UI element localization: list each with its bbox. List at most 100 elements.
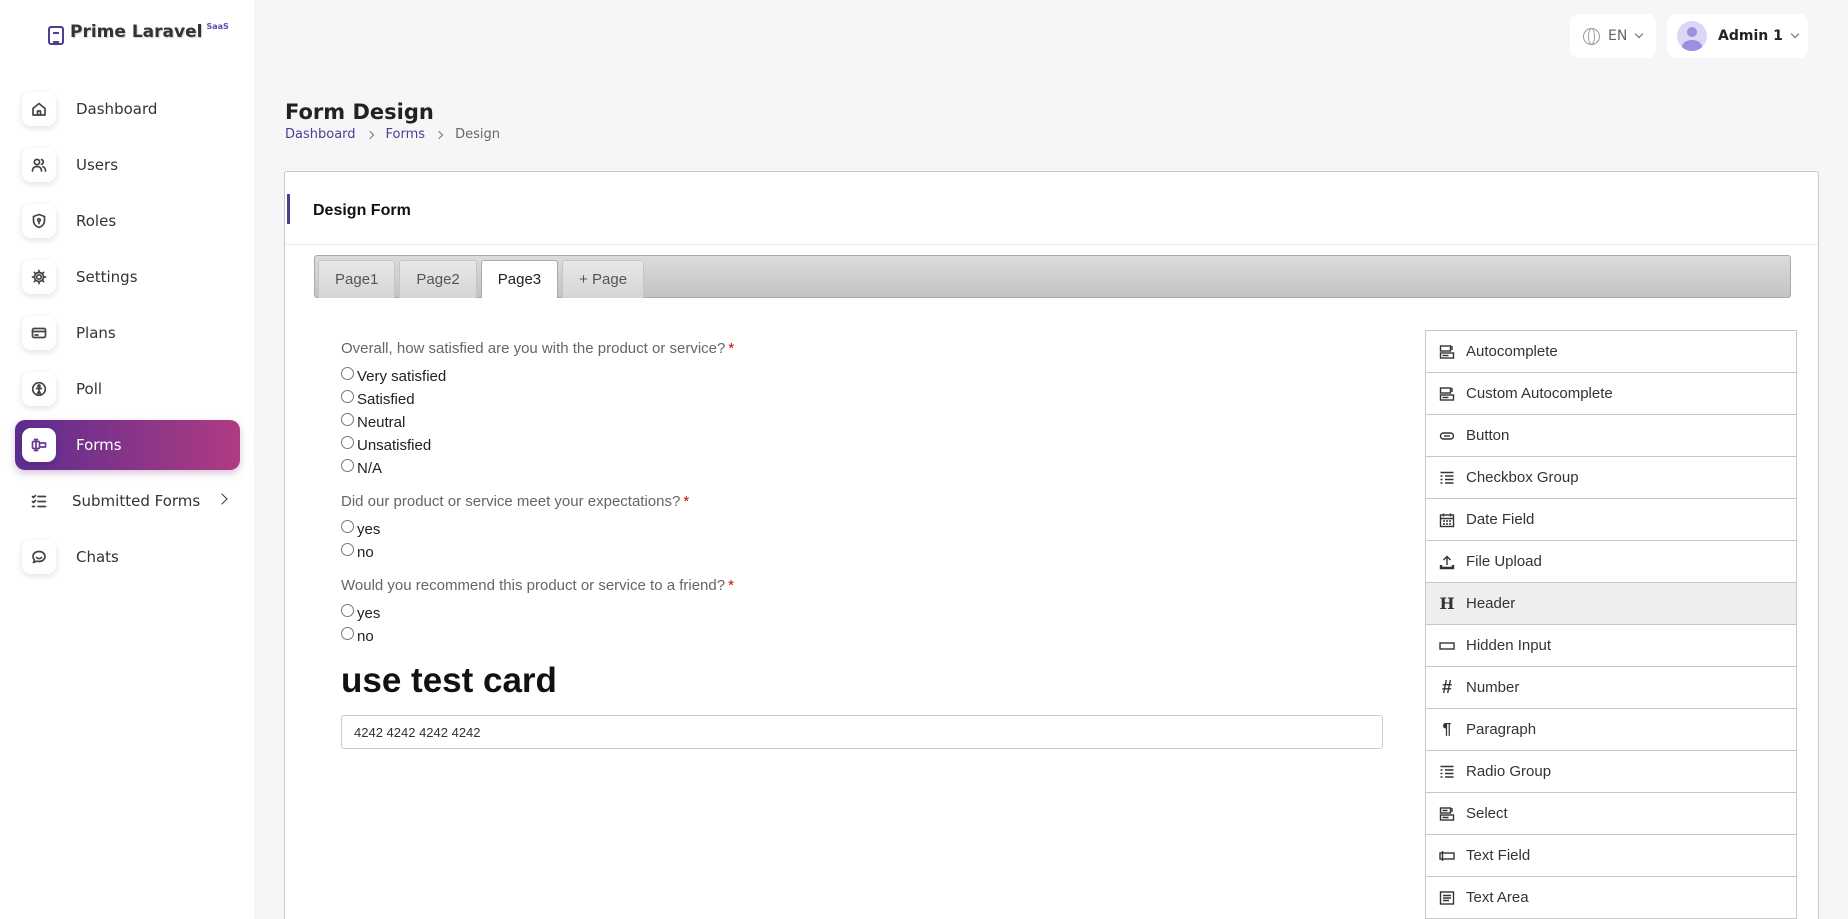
radio-button[interactable]	[341, 627, 354, 640]
control-header[interactable]: H Header	[1426, 583, 1796, 625]
radio-button[interactable]	[341, 413, 354, 426]
radio-button[interactable]	[341, 520, 354, 533]
radio-label: Unsatisfied	[357, 437, 432, 454]
add-page-tab[interactable]: + Page	[562, 260, 645, 298]
question-satisfaction[interactable]: Overall, how satisfied are you with the …	[341, 340, 1386, 480]
radio-option[interactable]: Satisfied	[341, 388, 1386, 411]
control-radio-group[interactable]: Radio Group	[1426, 751, 1796, 793]
breadcrumb-forms[interactable]: Forms	[386, 127, 426, 142]
radio-label: no	[357, 628, 374, 645]
control-label: Text Field	[1466, 847, 1531, 864]
sidebar-item-chats[interactable]: Chats	[15, 532, 240, 582]
header-icon: H	[1439, 594, 1455, 613]
control-label: File Upload	[1466, 553, 1542, 570]
radio-label: yes	[357, 605, 381, 622]
radio-button[interactable]	[341, 436, 354, 449]
card-icon	[22, 316, 56, 350]
radio-option[interactable]: Neutral	[341, 411, 1386, 434]
breadcrumb-dashboard[interactable]: Dashboard	[285, 127, 356, 142]
poll-icon	[22, 372, 56, 406]
language-selector[interactable]: EN	[1570, 14, 1656, 58]
control-label: Hidden Input	[1466, 637, 1552, 654]
control-label: Button	[1466, 427, 1510, 444]
radio-label: no	[357, 544, 374, 561]
chevron-right-icon[interactable]	[216, 493, 228, 505]
radio-option[interactable]: no	[341, 625, 1386, 648]
list-check-icon	[22, 484, 56, 518]
control-label: Paragraph	[1466, 721, 1537, 738]
radio-option[interactable]: Unsatisfied	[341, 434, 1386, 457]
sidebar-item-plans[interactable]: Plans	[15, 308, 240, 358]
logo-text: Prime Laravel	[70, 22, 203, 42]
sidebar-item-users[interactable]: Users	[15, 140, 240, 190]
control-custom-autocomplete[interactable]: Custom Autocomplete	[1426, 373, 1796, 415]
radio-option[interactable]: no	[341, 541, 1386, 564]
radio-option[interactable]: N/A	[341, 457, 1386, 480]
control-label: Select	[1466, 805, 1508, 822]
radio-option[interactable]: yes	[341, 518, 1386, 541]
autocomplete-icon	[1439, 386, 1455, 402]
control-button[interactable]: Button	[1426, 415, 1796, 457]
page-title: Form Design	[285, 100, 434, 124]
sidebar: Prime Laravel SaaS Dashboard Users Roles	[0, 0, 254, 919]
sidebar-item-settings[interactable]: Settings	[15, 252, 240, 302]
app-logo[interactable]: Prime Laravel SaaS	[48, 22, 229, 45]
radio-button[interactable]	[341, 604, 354, 617]
radio-button[interactable]	[341, 390, 354, 403]
home-icon	[22, 92, 56, 126]
sidebar-item-poll[interactable]: Poll	[15, 364, 240, 414]
radio-button[interactable]	[341, 543, 354, 556]
control-text-area[interactable]: Text Area	[1426, 877, 1796, 919]
tab-page2[interactable]: Page2	[399, 260, 477, 298]
sidebar-item-roles[interactable]: Roles	[15, 196, 240, 246]
radio-label: Very satisfied	[357, 368, 447, 385]
language-label: EN	[1608, 28, 1628, 44]
main-content: EN Admin 1 Form Design Dashboard Forms D…	[254, 0, 1848, 919]
control-label: Date Field	[1466, 511, 1535, 528]
users-icon	[22, 148, 56, 182]
control-label: Radio Group	[1466, 763, 1552, 780]
question-label: Would you recommend this product or serv…	[341, 577, 734, 594]
sidebar-item-submitted-forms[interactable]: Submitted Forms	[15, 476, 240, 526]
card-number-field[interactable]: 4242 4242 4242 4242	[341, 715, 1383, 749]
control-select[interactable]: Select	[1426, 793, 1796, 835]
sidebar-item-forms[interactable]: Forms	[15, 420, 240, 470]
radio-option[interactable]: yes	[341, 602, 1386, 625]
checkbox-group-icon	[1439, 470, 1455, 486]
sidebar-nav: Dashboard Users Roles Settings Plans Pol…	[15, 84, 240, 588]
sidebar-item-label: Chats	[76, 548, 119, 566]
chevron-right-icon	[365, 130, 374, 139]
radio-button[interactable]	[341, 367, 354, 380]
sidebar-item-dashboard[interactable]: Dashboard	[15, 84, 240, 134]
form-header-element[interactable]: use test card	[341, 661, 1386, 701]
radio-option[interactable]: Very satisfied	[341, 365, 1386, 388]
control-text-field[interactable]: Text Field	[1426, 835, 1796, 877]
control-hidden-input[interactable]: Hidden Input	[1426, 625, 1796, 667]
tab-page3[interactable]: Page3	[480, 260, 559, 298]
tab-page1[interactable]: Page1	[318, 260, 396, 298]
required-mark: *	[728, 577, 734, 594]
breadcrumb-current: Design	[455, 127, 500, 142]
breadcrumb: Dashboard Forms Design	[285, 127, 500, 142]
control-checkbox-group[interactable]: Checkbox Group	[1426, 457, 1796, 499]
control-paragraph[interactable]: ¶ Paragraph	[1426, 709, 1796, 751]
hash-icon: #	[1441, 677, 1452, 697]
shield-icon	[22, 204, 56, 238]
radio-label: Satisfied	[357, 391, 415, 408]
avatar	[1677, 21, 1707, 51]
question-recommend[interactable]: Would you recommend this product or serv…	[341, 577, 1386, 648]
question-expectations[interactable]: Did our product or service meet your exp…	[341, 493, 1386, 564]
user-menu[interactable]: Admin 1	[1667, 14, 1808, 58]
text-field-icon	[1439, 848, 1455, 864]
control-autocomplete[interactable]: Autocomplete	[1426, 331, 1796, 373]
control-label: Custom Autocomplete	[1466, 385, 1613, 402]
radio-button[interactable]	[341, 459, 354, 472]
control-number[interactable]: # Number	[1426, 667, 1796, 709]
autocomplete-icon	[1439, 344, 1455, 360]
calendar-icon	[1439, 512, 1455, 528]
control-file-upload[interactable]: File Upload	[1426, 541, 1796, 583]
sidebar-item-label: Submitted Forms	[72, 492, 201, 510]
sidebar-item-label: Roles	[76, 212, 117, 230]
control-label: Number	[1466, 679, 1520, 696]
control-date-field[interactable]: Date Field	[1426, 499, 1796, 541]
